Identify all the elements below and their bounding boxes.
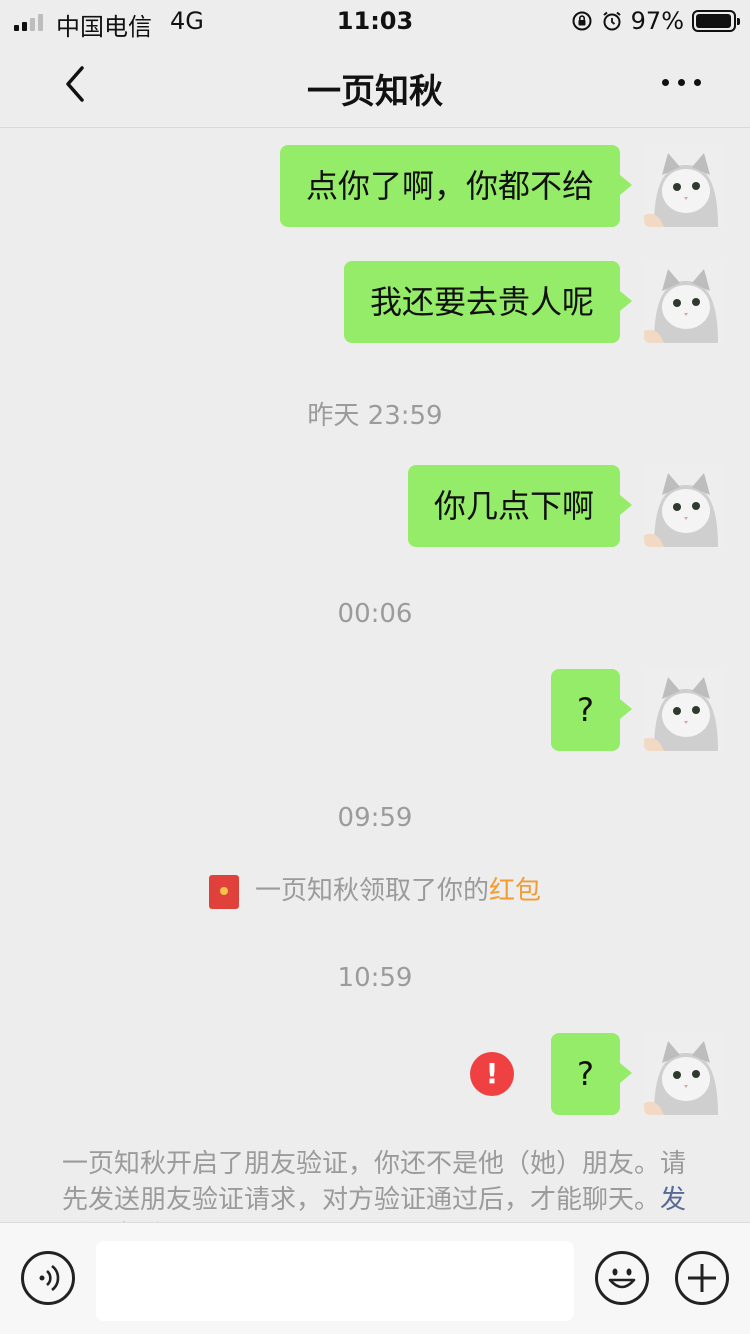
red-packet-notice: 一页知秋领取了你的红包 — [0, 870, 750, 909]
more-button[interactable] — [662, 76, 702, 88]
battery-fill — [696, 14, 731, 28]
message-bubble[interactable]: 点你了啊，你都不给 — [279, 145, 633, 227]
message-row: ? — [551, 1033, 726, 1115]
timestamp: 10:59 — [337, 963, 413, 993]
status-right: 97% — [571, 7, 740, 35]
message-row: 点你了啊，你都不给 — [279, 145, 726, 227]
message-bubble[interactable]: ? — [551, 1033, 632, 1115]
more-dot — [694, 79, 701, 86]
cat-avatar-icon — [644, 465, 726, 547]
red-packet-icon — [208, 874, 239, 909]
voice-button[interactable] — [21, 1251, 75, 1305]
friend-verification-text: 一页知秋开启了朋友验证，你还不是他（她）朋友。请先发送朋友验证请求，对方验证通过… — [62, 1149, 687, 1215]
cat-avatar-icon — [644, 145, 726, 227]
friend-verification-notice: 一页知秋开启了朋友验证，你还不是他（她）朋友。请先发送朋友验证请求，对方验证通过… — [62, 1146, 702, 1222]
chat-title: 一页知秋 — [307, 72, 443, 112]
send-failed-icon[interactable]: ! — [470, 1052, 514, 1096]
message-row: ? — [551, 669, 726, 751]
cat-avatar-icon — [644, 1033, 726, 1115]
message-bubble[interactable]: 我还要去贵人呢 — [343, 261, 633, 343]
battery-percent: 97% — [630, 7, 684, 35]
avatar[interactable] — [644, 465, 726, 547]
timestamp: 09:59 — [337, 803, 413, 833]
voice-icon — [39, 1264, 60, 1292]
rotation-lock-icon — [572, 11, 592, 31]
input-bar — [0, 1222, 750, 1334]
plus-button[interactable] — [675, 1251, 729, 1305]
alarm-icon — [603, 11, 621, 31]
red-packet-link[interactable]: 红包 — [489, 876, 541, 906]
message-row: 你几点下啊 — [407, 465, 726, 547]
cat-avatar-icon — [644, 261, 726, 343]
emoji-button[interactable] — [595, 1251, 649, 1305]
message-bubble[interactable]: 你几点下啊 — [407, 465, 633, 547]
message-input[interactable] — [96, 1241, 574, 1321]
plus-icon — [688, 1264, 716, 1292]
nav-bar: 一页知秋 — [0, 40, 750, 128]
avatar[interactable] — [644, 669, 726, 751]
avatar[interactable] — [644, 1033, 726, 1115]
more-dots-icon — [662, 79, 669, 86]
message-row: 我还要去贵人呢 — [343, 261, 726, 343]
more-dot — [678, 79, 685, 86]
cat-avatar-icon — [644, 669, 726, 751]
emoji-icon — [608, 1268, 636, 1289]
message-bubble[interactable]: ? — [551, 669, 632, 751]
timestamp: 昨天 23:59 — [307, 401, 443, 431]
avatar[interactable] — [644, 261, 726, 343]
timestamp: 00:06 — [337, 599, 413, 629]
battery-icon — [692, 10, 740, 32]
red-packet-notice-text: 一页知秋领取了你的 — [254, 876, 489, 906]
avatar[interactable] — [644, 145, 726, 227]
status-bar: 中国电信 4G 11:03 97% — [0, 0, 750, 41]
